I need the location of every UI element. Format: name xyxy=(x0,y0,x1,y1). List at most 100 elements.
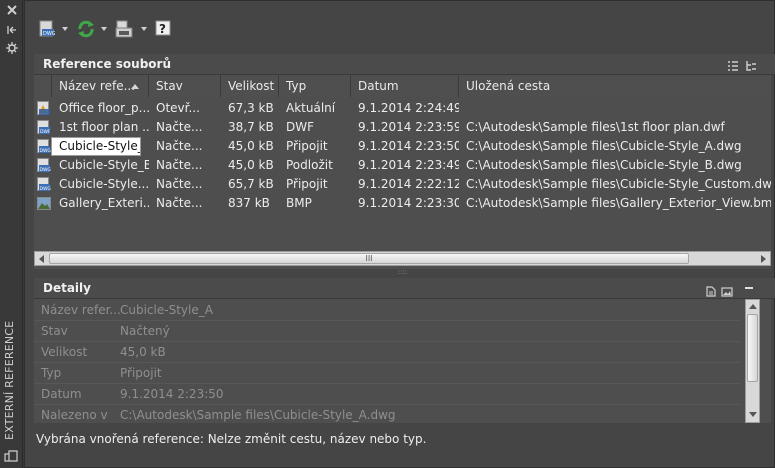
refresh-icon xyxy=(77,20,95,38)
cell-saved-path xyxy=(459,99,771,118)
xref-palette: DWG ? Reference souborů Název refe... St… xyxy=(24,0,775,468)
details-list: Název refer... Cubicle-Style_A Stav Načtený… xyxy=(34,299,771,423)
cell-date: 9.1.2014 2:23:50 xyxy=(358,139,459,153)
preview-view-icon[interactable] xyxy=(721,283,733,297)
cell-status: Načte... xyxy=(156,177,203,191)
table-row[interactable]: DWG Cubicle-Style_B Načte... 45,0 kB Podloži… xyxy=(34,156,770,175)
close-icon[interactable] xyxy=(6,4,18,16)
svg-text:DWG: DWG xyxy=(40,148,52,154)
sort-ascending-icon xyxy=(131,84,139,89)
cell-type: Připojit xyxy=(286,139,328,153)
column-header-name[interactable]: Název refe... xyxy=(52,75,149,97)
column-header-type[interactable]: Typ xyxy=(279,75,351,97)
cell-status: Načte... xyxy=(156,120,203,134)
scroll-down-icon[interactable] xyxy=(749,412,757,417)
cell-saved-path: C:\Autodesk\Sample files\Cubicle-Style_B… xyxy=(466,158,742,172)
cell-size: 67,3 kB xyxy=(228,101,274,115)
detail-value: 9.1.2014 2:23:50 xyxy=(120,387,224,401)
collapse-icon[interactable] xyxy=(745,287,753,289)
cell-date: 9.1.2014 2:23:49 xyxy=(358,158,459,172)
cell-date: 9.1.2014 2:23:30 xyxy=(358,196,459,210)
detail-value: Připojit xyxy=(120,366,162,380)
file-references-title: Reference souborů xyxy=(43,57,171,71)
detail-value: 45,0 kB xyxy=(120,345,166,359)
vertical-scroll-thumb[interactable] xyxy=(747,314,758,382)
scroll-thumb[interactable]: III xyxy=(49,253,689,264)
cell-status: Otevř... xyxy=(156,101,200,115)
details-fields: Název refer... Cubicle-Style_A Stav Načtený… xyxy=(34,299,740,423)
table-row[interactable]: DWG Cubicle-Style... Načte... 65,7 kB Připoj… xyxy=(34,175,771,194)
dwg-file-icon: DWG xyxy=(37,139,51,154)
file-references-list: Název refe... Stav Velikost Typ Datum Ul… xyxy=(34,75,771,269)
detail-label: Datum xyxy=(41,387,82,401)
properties-icon[interactable] xyxy=(6,42,18,54)
column-header-spacer xyxy=(34,75,52,97)
help-button[interactable]: ? xyxy=(153,18,175,40)
cell-date: 9.1.2014 2:22:12 xyxy=(358,177,459,191)
image-file-icon xyxy=(37,196,51,211)
table-row[interactable]: Office floor_p... Otevř... 67,3 kB Aktuální… xyxy=(34,99,770,118)
column-header-date[interactable]: Datum xyxy=(351,75,459,97)
attach-dropdown-arrow[interactable] xyxy=(62,27,68,31)
cell-status: Načte... xyxy=(156,139,203,153)
cell-size: 45,0 kB xyxy=(228,158,274,172)
table-row[interactable]: Gallery_Exteri... Načte... 837 kB BMP 9.1.20… xyxy=(34,194,771,213)
table-row[interactable]: DWF 1st floor plan ... Načte... 38,7 kB DWF 9… xyxy=(34,118,770,137)
cell-saved-path: C:\Autodesk\Sample files\Gallery_Exterio… xyxy=(466,196,771,210)
file-rows: Office floor_p... Otevř... 67,3 kB Aktuální… xyxy=(34,99,771,239)
cell-date: 9.1.2014 2:24:49 xyxy=(358,101,459,115)
cell-name-selected: Cubicle-Style_A xyxy=(51,137,141,156)
cell-name: Cubicle-Style... xyxy=(59,177,149,191)
palette-menu-icon[interactable] xyxy=(4,450,18,462)
svg-text:DWF: DWF xyxy=(40,129,51,135)
cell-size: 65,7 kB xyxy=(228,177,274,191)
refresh-dropdown-arrow[interactable] xyxy=(101,27,107,31)
scroll-thumb-grip: III xyxy=(365,254,373,263)
cell-date: 9.1.2014 2:23:59 xyxy=(358,120,459,134)
cell-saved-path: C:\Autodesk\Sample files\Cubicle-Style_C… xyxy=(466,177,771,191)
tree-view-icon[interactable] xyxy=(745,58,757,71)
help-icon: ? xyxy=(155,20,171,38)
detail-value: Načtený xyxy=(120,324,170,338)
dwf-file-icon: DWF xyxy=(37,120,51,135)
cell-name: Gallery_Exteri... xyxy=(59,196,149,210)
column-header-saved-path[interactable]: Uložená cesta xyxy=(459,75,771,97)
cell-name: Cubicle-Style_B xyxy=(59,158,149,172)
cell-name: Office floor_p... xyxy=(59,101,149,115)
svg-text:DWG: DWG xyxy=(43,31,55,37)
cell-type: DWF xyxy=(286,120,315,134)
details-view-icon[interactable] xyxy=(706,283,716,297)
detail-label: Stav xyxy=(41,324,68,338)
svg-text:DWG: DWG xyxy=(40,167,52,173)
panel-splitter[interactable]: :::: xyxy=(34,269,771,277)
dwg-current-icon xyxy=(37,101,51,116)
scroll-left-icon[interactable] xyxy=(39,255,44,263)
file-references-header[interactable]: Reference souborů xyxy=(34,54,775,75)
change-path-dropdown-arrow[interactable] xyxy=(141,27,147,31)
auto-hide-icon[interactable] xyxy=(6,24,18,34)
refresh-button[interactable] xyxy=(75,18,107,40)
cell-type: Podložit xyxy=(286,158,333,172)
svg-text:?: ? xyxy=(159,22,166,36)
cell-size: 38,7 kB xyxy=(228,120,274,134)
cell-type: Připojit xyxy=(286,177,328,191)
palette-title-strip: EXTERNÍ REFERENCE xyxy=(0,0,23,468)
change-path-button[interactable] xyxy=(113,18,147,40)
detail-value: C:\Autodesk\Sample files\Cubicle-Style_A… xyxy=(120,408,396,422)
dwg-file-icon: DWG xyxy=(37,177,51,192)
column-header-status[interactable]: Stav xyxy=(149,75,221,97)
cell-status: Načte... xyxy=(156,196,203,210)
detail-label: Název refer... xyxy=(41,303,121,317)
column-header-size[interactable]: Velikost xyxy=(221,75,279,97)
table-row[interactable]: DWGCubicle-Style_A Načte... 45,0 kB Připoji… xyxy=(34,137,770,156)
details-header[interactable]: Detaily xyxy=(34,278,775,299)
cell-saved-path: C:\Autodesk\Sample files\Cubicle-Style_A… xyxy=(466,139,742,153)
vertical-scrollbar[interactable] xyxy=(745,299,760,423)
attach-button[interactable]: DWG xyxy=(37,18,68,40)
scroll-right-icon[interactable] xyxy=(761,255,766,263)
horizontal-scrollbar[interactable]: III xyxy=(34,251,771,266)
list-view-icon[interactable] xyxy=(727,58,739,71)
status-message: Vybrána vnořená reference: Nelze změnit … xyxy=(36,432,427,446)
svg-text:DWG: DWG xyxy=(40,186,52,192)
scroll-up-icon[interactable] xyxy=(749,304,757,309)
